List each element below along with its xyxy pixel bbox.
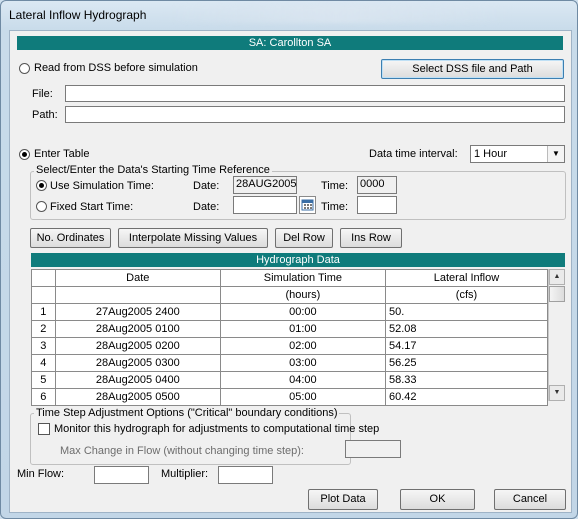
row-number-header bbox=[31, 269, 56, 287]
table-row[interactable]: 2 28Aug2005 0100 01:00 52.08 bbox=[31, 320, 549, 338]
enter-table-label: Enter Table bbox=[34, 148, 90, 160]
no-ordinates-button[interactable]: No. Ordinates bbox=[30, 228, 111, 248]
scrollbar-thumb[interactable] bbox=[549, 286, 565, 302]
fixed-time-input[interactable] bbox=[357, 196, 397, 214]
date-cell[interactable]: 27Aug2005 2400 bbox=[54, 303, 221, 321]
row-number: 3 bbox=[31, 337, 56, 355]
units-sim-time: (hours) bbox=[219, 286, 386, 304]
fixed-start-radio[interactable] bbox=[36, 201, 47, 212]
del-row-button[interactable]: Del Row bbox=[275, 228, 333, 248]
sim-time-label: Time: bbox=[321, 180, 349, 192]
table-header-row: Date Simulation Time Lateral Inflow bbox=[31, 269, 549, 287]
window-title: Lateral Inflow Hydrograph bbox=[9, 8, 147, 22]
data-interval-select[interactable]: 1 Hour ▼ bbox=[470, 145, 565, 163]
sim-time-cell[interactable]: 05:00 bbox=[219, 388, 386, 406]
flow-cell[interactable]: 58.33 bbox=[384, 371, 549, 389]
date-cell[interactable]: 28Aug2005 0100 bbox=[54, 320, 221, 338]
hydrograph-table: Date Simulation Time Lateral Inflow (hou… bbox=[31, 269, 549, 406]
monitor-hydrograph-checkbox[interactable] bbox=[38, 423, 50, 435]
date-cell[interactable]: 28Aug2005 0300 bbox=[54, 354, 221, 372]
table-row[interactable]: 3 28Aug2005 0200 02:00 54.17 bbox=[31, 337, 549, 355]
hydrograph-data-header: Hydrograph Data bbox=[31, 253, 565, 267]
row-number: 5 bbox=[31, 371, 56, 389]
interpolate-button[interactable]: Interpolate Missing Values bbox=[118, 228, 268, 248]
sim-time-field: 0000 bbox=[357, 176, 397, 194]
table-scrollbar[interactable]: ▲ ▼ bbox=[548, 269, 566, 401]
select-dss-button[interactable]: Select DSS file and Path bbox=[381, 59, 564, 79]
read-dss-label: Read from DSS before simulation bbox=[34, 62, 198, 74]
fixed-time-label: Time: bbox=[321, 201, 349, 213]
scroll-down-icon[interactable]: ▼ bbox=[549, 385, 565, 401]
sim-time-cell[interactable]: 04:00 bbox=[219, 371, 386, 389]
column-header-sim-time: Simulation Time bbox=[219, 269, 386, 287]
data-interval-label: Data time interval: bbox=[369, 148, 458, 160]
sim-time-cell[interactable]: 00:00 bbox=[219, 303, 386, 321]
flow-cell[interactable]: 56.25 bbox=[384, 354, 549, 372]
dialog-window: Lateral Inflow Hydrograph SA: Carollton … bbox=[0, 0, 578, 519]
units-lateral-inflow: (cfs) bbox=[384, 286, 549, 304]
multiplier-label: Multiplier: bbox=[161, 468, 209, 480]
flow-cell[interactable]: 54.17 bbox=[384, 337, 549, 355]
row-number: 6 bbox=[31, 388, 56, 406]
date-cell[interactable]: 28Aug2005 0200 bbox=[54, 337, 221, 355]
fixed-start-label: Fixed Start Time: bbox=[50, 201, 134, 213]
row-number: 1 bbox=[31, 303, 56, 321]
path-label: Path: bbox=[32, 109, 58, 121]
row-number-header bbox=[31, 286, 56, 304]
ok-button[interactable]: OK bbox=[400, 489, 475, 510]
use-sim-time-radio[interactable] bbox=[36, 180, 47, 191]
min-flow-input[interactable] bbox=[94, 466, 149, 484]
ins-row-button[interactable]: Ins Row bbox=[340, 228, 402, 248]
file-input[interactable] bbox=[65, 85, 565, 102]
calendar-icon[interactable] bbox=[299, 196, 316, 214]
max-change-input bbox=[345, 440, 401, 458]
table-units-row: (hours) (cfs) bbox=[31, 286, 549, 304]
table-row[interactable]: 6 28Aug2005 0500 05:00 60.42 bbox=[31, 388, 549, 406]
table-row[interactable]: 4 28Aug2005 0300 03:00 56.25 bbox=[31, 354, 549, 372]
sa-header-bar: SA: Carollton SA bbox=[17, 36, 563, 50]
fixed-date-label: Date: bbox=[193, 201, 220, 213]
file-label: File: bbox=[32, 88, 53, 100]
sim-date-field: 28AUG2005 bbox=[233, 176, 297, 194]
monitor-hydrograph-label: Monitor this hydrograph for adjustments … bbox=[54, 423, 380, 435]
plot-data-button[interactable]: Plot Data bbox=[308, 489, 378, 510]
column-header-date: Date bbox=[54, 269, 221, 287]
max-change-label: Max Change in Flow (without changing tim… bbox=[60, 445, 304, 457]
time-step-options-legend: Time Step Adjustment Options ("Critical"… bbox=[34, 407, 340, 419]
data-interval-value: 1 Hour bbox=[474, 148, 508, 160]
flow-cell[interactable]: 50. bbox=[384, 303, 549, 321]
table-row[interactable]: 5 28Aug2005 0400 04:00 58.33 bbox=[31, 371, 549, 389]
blurred-background-title bbox=[161, 5, 511, 23]
chevron-down-icon[interactable]: ▼ bbox=[547, 146, 564, 162]
dialog-client-area: SA: Carollton SA Read from DSS before si… bbox=[9, 30, 572, 513]
column-header-lateral-inflow: Lateral Inflow bbox=[384, 269, 549, 287]
fixed-date-input[interactable] bbox=[233, 196, 297, 214]
row-number: 4 bbox=[31, 354, 56, 372]
table-row[interactable]: 1 27Aug2005 2400 00:00 50. bbox=[31, 303, 549, 321]
time-step-options-group bbox=[30, 413, 351, 465]
multiplier-input[interactable] bbox=[218, 466, 273, 484]
sim-time-cell[interactable]: 02:00 bbox=[219, 337, 386, 355]
sim-time-cell[interactable]: 01:00 bbox=[219, 320, 386, 338]
flow-cell[interactable]: 52.08 bbox=[384, 320, 549, 338]
flow-cell[interactable]: 60.42 bbox=[384, 388, 549, 406]
date-cell[interactable]: 28Aug2005 0400 bbox=[54, 371, 221, 389]
scroll-up-icon[interactable]: ▲ bbox=[549, 269, 565, 285]
use-sim-time-label: Use Simulation Time: bbox=[50, 180, 154, 192]
units-date bbox=[54, 286, 221, 304]
sim-time-cell[interactable]: 03:00 bbox=[219, 354, 386, 372]
date-cell[interactable]: 28Aug2005 0500 bbox=[54, 388, 221, 406]
enter-table-radio[interactable] bbox=[19, 149, 30, 160]
time-reference-legend: Select/Enter the Data's Starting Time Re… bbox=[34, 164, 272, 176]
read-dss-radio[interactable] bbox=[19, 63, 30, 74]
sim-date-label: Date: bbox=[193, 180, 220, 192]
cancel-button[interactable]: Cancel bbox=[494, 489, 566, 510]
path-input[interactable] bbox=[65, 106, 565, 123]
min-flow-label: Min Flow: bbox=[17, 468, 65, 480]
row-number: 2 bbox=[31, 320, 56, 338]
